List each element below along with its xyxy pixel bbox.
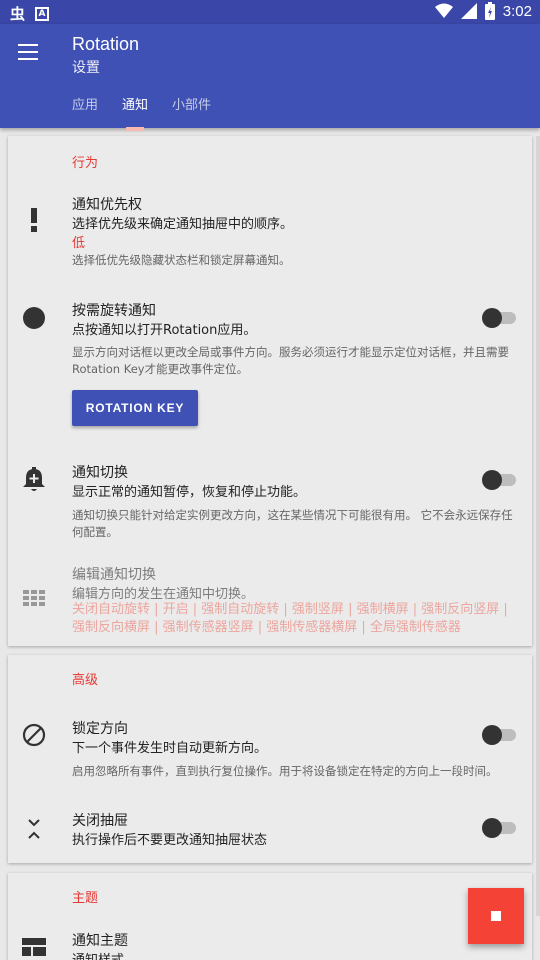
- layout-icon: [20, 933, 48, 960]
- pref-value: 低: [72, 236, 86, 251]
- pref-title: 通知优先权: [72, 197, 142, 213]
- stop-icon: [491, 911, 501, 921]
- pref-description: 通知切换只能针对给定实例更改方向，这在某些情况下可能很有用。 它不会永远保存任何…: [72, 508, 513, 539]
- app-bar: Rotation 设置 应用 通知 小部件: [0, 24, 540, 131]
- block-icon: [20, 721, 48, 749]
- wifi-icon: [434, 3, 453, 18]
- cell-signal-icon: [460, 3, 477, 19]
- priority-exclamation-icon: [20, 206, 48, 234]
- theme-card: 主题 通知主题 通知样式。: [8, 873, 532, 960]
- bell-plus-icon: [20, 466, 48, 494]
- tab-notifications[interactable]: 通知: [122, 94, 148, 131]
- advanced-card: 高级 锁定方向 下一个事件发生时自动更新方向。 启用忽略所有事件，直到执行复位操…: [8, 655, 532, 863]
- pref-title: 通知切换: [72, 465, 128, 481]
- grid-icon: [20, 584, 48, 612]
- scrollbar[interactable]: [536, 136, 540, 916]
- section-title-behavior: 行为: [72, 156, 99, 171]
- filled-circle-icon: [20, 304, 48, 332]
- pref-description: 显示方向对话框以更改全局或事件方向。服务必须运行才能显示定位对话框，并且需要Ro…: [72, 345, 509, 376]
- pref-title: 关闭抽屉: [72, 813, 128, 829]
- battery-icon: [484, 2, 495, 20]
- bug-icon: 虫: [10, 5, 26, 23]
- close-drawer-switch[interactable]: [482, 818, 518, 838]
- page-subtitle: 设置: [72, 60, 100, 76]
- notification-toggle-switch[interactable]: [482, 470, 518, 490]
- pref-options: 关闭自动旋转 | 开启 | 强制自动旋转 | 强制竖屏 | 强制横屏 | 强制反…: [72, 602, 508, 635]
- pref-description: 启用忽略所有事件，直到执行复位操作。用于将设备锁定在特定的方向上一段时间。: [72, 764, 498, 778]
- pref-title: 锁定方向: [72, 721, 128, 737]
- pref-summary: 编辑方向的发生在通知中切换。: [72, 587, 255, 602]
- menu-icon[interactable]: [18, 44, 38, 60]
- section-title-advanced: 高级: [72, 673, 99, 688]
- tab-widgets[interactable]: 小部件: [172, 94, 211, 129]
- pref-summary: 显示正常的通知暂停，恢复和停止功能。: [72, 485, 307, 500]
- notification-a-icon: A: [35, 6, 50, 21]
- tab-apps[interactable]: 应用: [72, 94, 98, 129]
- clock: 3:02: [502, 2, 532, 20]
- pref-summary: 通知样式。: [72, 949, 137, 960]
- behavior-card: 行为 通知优先权 选择优先级来确定通知抽屉中的顺序。 低 选择低优先级隐藏状态栏…: [8, 136, 532, 646]
- pref-title: 编辑通知切换: [72, 567, 156, 583]
- pref-title: 通知主题: [72, 933, 128, 949]
- tab-bar: 应用 通知 小部件: [72, 94, 211, 131]
- collapse-chevrons-icon: [20, 815, 48, 843]
- pref-title: 按需旋转通知: [72, 303, 156, 319]
- rotation-key-button[interactable]: ROTATION KEY: [72, 390, 198, 426]
- pref-summary: 选择优先级来确定通知抽屉中的顺序。: [72, 217, 294, 232]
- app-title: Rotation: [72, 34, 140, 54]
- section-title-theme: 主题: [72, 891, 99, 906]
- stop-service-button[interactable]: [468, 888, 524, 944]
- pref-summary: 下一个事件发生时自动更新方向。: [72, 741, 268, 756]
- lock-orientation-switch[interactable]: [482, 725, 518, 745]
- pref-summary: 执行操作后不要更改通知抽屉状态: [72, 833, 268, 848]
- pref-summary: 点按通知以打开Rotation应用。: [72, 323, 257, 338]
- pref-description: 选择低优先级隐藏状态栏和锁定屏幕通知。: [72, 253, 291, 267]
- on-demand-switch[interactable]: [482, 308, 518, 328]
- status-bar: 虫 A 3:02: [0, 0, 540, 24]
